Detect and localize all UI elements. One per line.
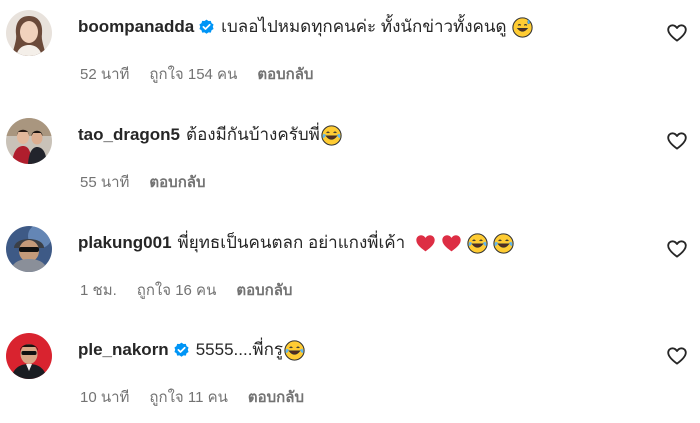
timestamp[interactable]: 52 นาที bbox=[80, 62, 129, 86]
heart-outline-icon[interactable] bbox=[666, 130, 688, 152]
heart-outline-icon[interactable] bbox=[666, 345, 688, 367]
comment-meta: 55 นาที ตอบกลับ bbox=[80, 170, 226, 194]
comment-text: พี่ยุทธเป็นคนตลก อย่าแกงพี่เค้า bbox=[177, 233, 406, 252]
comment-item: ple_nakorn 5555....พี่กรู 10 นาที ถูกใจ … bbox=[0, 323, 700, 423]
joy-emoji bbox=[493, 232, 514, 254]
timestamp[interactable]: 55 นาที bbox=[80, 170, 129, 194]
avatar[interactable] bbox=[6, 226, 52, 272]
comment-main-line: tao_dragon5 ต้องมีกันบ้างครับพี่ bbox=[78, 122, 342, 148]
comment-item: plakung001 พี่ยุทธเป็นคนตลก อย่าแกงพี่เค… bbox=[0, 216, 700, 316]
like-count[interactable]: ถูกใจ 154 คน bbox=[149, 62, 237, 86]
sweat-smile-emoji bbox=[511, 16, 533, 38]
comment-text: ต้องมีกันบ้างครับพี่ bbox=[186, 125, 320, 144]
comment-text: 5555....พี่กรู bbox=[195, 340, 284, 359]
joy-emoji bbox=[321, 124, 342, 146]
comment-main-line: ple_nakorn 5555....พี่กรู bbox=[78, 337, 305, 363]
verified-badge-icon bbox=[173, 342, 190, 359]
comment-list: boompanadda เบลอไปหมดทุกคนค่ะ ทั้งนักข่า… bbox=[0, 0, 700, 423]
avatar[interactable] bbox=[6, 10, 52, 56]
username[interactable]: plakung001 bbox=[78, 230, 172, 256]
verified-badge-icon bbox=[198, 19, 215, 36]
reply-button[interactable]: ตอบกลับ bbox=[257, 62, 313, 86]
like-count[interactable]: ถูกใจ 16 คน bbox=[137, 278, 217, 302]
comment-meta: 10 นาที ถูกใจ 11 คน ตอบกลับ bbox=[80, 385, 324, 409]
reply-button[interactable]: ตอบกลับ bbox=[149, 170, 205, 194]
avatar[interactable] bbox=[6, 118, 52, 164]
avatar[interactable] bbox=[6, 333, 52, 379]
comment-item: boompanadda เบลอไปหมดทุกคนค่ะ ทั้งนักข่า… bbox=[0, 0, 700, 100]
joy-emoji bbox=[284, 339, 305, 361]
like-count[interactable]: ถูกใจ 11 คน bbox=[149, 385, 227, 409]
timestamp[interactable]: 10 นาที bbox=[80, 385, 129, 409]
timestamp[interactable]: 1 ชม. bbox=[80, 278, 117, 302]
username[interactable]: boompanadda bbox=[78, 14, 194, 40]
username[interactable]: tao_dragon5 bbox=[78, 122, 180, 148]
heart-outline-icon[interactable] bbox=[666, 22, 688, 44]
reply-button[interactable]: ตอบกลับ bbox=[248, 385, 304, 409]
heart-outline-icon[interactable] bbox=[666, 238, 688, 260]
reply-button[interactable]: ตอบกลับ bbox=[236, 278, 292, 302]
comment-item: tao_dragon5 ต้องมีกันบ้างครับพี่ 55 นาที… bbox=[0, 108, 700, 208]
red-heart-emoji bbox=[441, 233, 462, 254]
joy-emoji bbox=[467, 232, 488, 254]
red-heart-emoji bbox=[415, 233, 436, 254]
comment-text: เบลอไปหมดทุกคนค่ะ ทั้งนักข่าวทั้งคนดู bbox=[221, 17, 507, 36]
comment-meta: 52 นาที ถูกใจ 154 คน ตอบกลับ bbox=[80, 62, 333, 86]
username[interactable]: ple_nakorn bbox=[78, 337, 169, 363]
comment-main-line: boompanadda เบลอไปหมดทุกคนค่ะ ทั้งนักข่า… bbox=[78, 14, 533, 40]
comment-main-line: plakung001 พี่ยุทธเป็นคนตลก อย่าแกงพี่เค… bbox=[78, 230, 514, 256]
comment-meta: 1 ชม. ถูกใจ 16 คน ตอบกลับ bbox=[80, 278, 312, 302]
